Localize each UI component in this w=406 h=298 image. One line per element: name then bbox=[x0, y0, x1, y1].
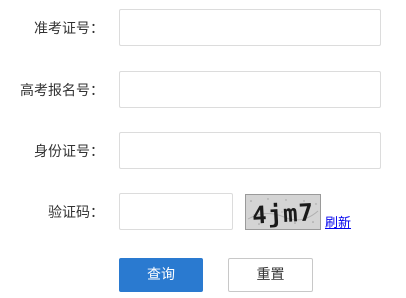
captcha-label: 验证码： bbox=[48, 205, 104, 221]
id-card-input[interactable] bbox=[119, 132, 381, 169]
reset-button[interactable]: 重置 bbox=[228, 258, 313, 292]
captcha-image[interactable]: 4jm7 bbox=[245, 194, 321, 230]
captcha-noise: 4jm7 bbox=[246, 195, 320, 229]
gaokao-id-row: 高考报名号： bbox=[0, 71, 406, 111]
id-card-row: 身份证号： bbox=[0, 132, 406, 172]
captcha-input[interactable] bbox=[119, 193, 233, 230]
gaokao-id-label: 高考报名号： bbox=[20, 83, 104, 99]
exam-id-label: 准考证号： bbox=[34, 21, 104, 37]
exam-id-input[interactable] bbox=[119, 9, 381, 46]
captcha-row: 验证码： 4jm7 刷新 bbox=[0, 193, 406, 233]
query-button[interactable]: 查询 bbox=[119, 258, 203, 292]
captcha-text: 4jm7 bbox=[252, 198, 315, 229]
exam-id-row: 准考证号： bbox=[0, 9, 406, 49]
captcha-refresh-link[interactable]: 刷新 bbox=[325, 217, 351, 231]
gaokao-id-input[interactable] bbox=[119, 71, 381, 108]
id-card-label: 身份证号： bbox=[34, 144, 104, 160]
